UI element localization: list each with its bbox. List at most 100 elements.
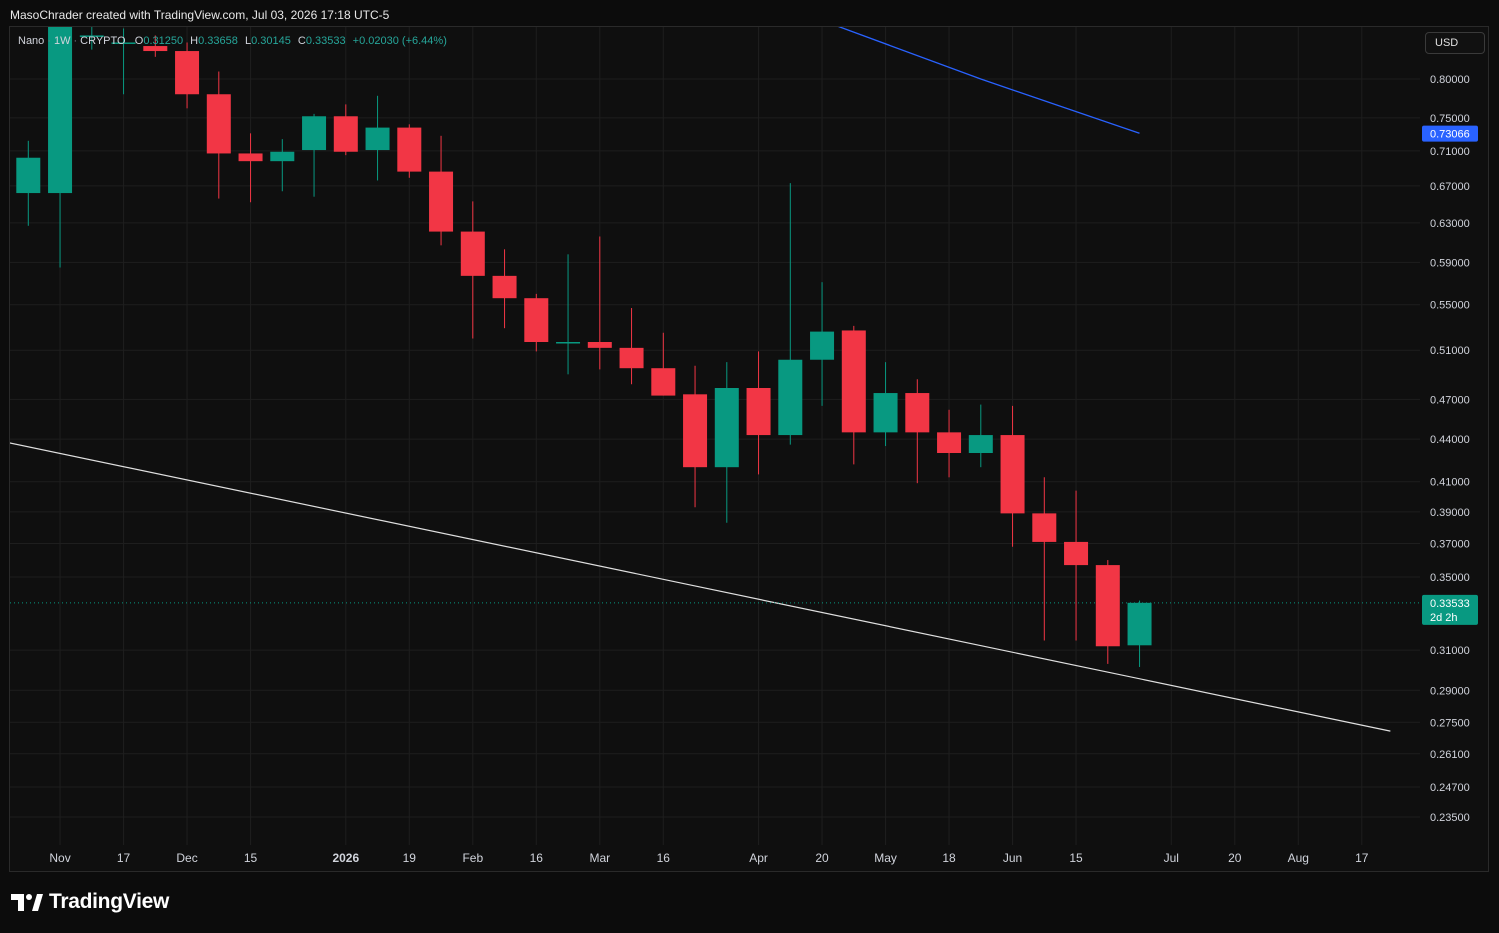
price-tick-label: 0.71000 — [1430, 146, 1470, 158]
price-tick-label: 0.24700 — [1430, 782, 1470, 794]
price-tick-label: 0.55000 — [1430, 300, 1470, 312]
ma-price-label: 0.73066 — [1430, 129, 1470, 141]
time-tick-label: 17 — [1355, 851, 1369, 865]
candle-body — [1000, 435, 1025, 514]
time-axis: Nov 17 Dec 15 2026 19 Feb 16 Mar 16 Apr 20 May 18 Jun 1… — [49, 851, 1368, 865]
candle — [333, 104, 358, 156]
legend-high-value: 0.33658 — [198, 35, 238, 47]
price-tick-label: 0.44000 — [1430, 434, 1470, 446]
candle — [841, 325, 866, 465]
candle-body — [905, 393, 930, 433]
tradingview-wordmark: TradingView — [49, 890, 170, 913]
time-tick-label: 15 — [244, 851, 258, 865]
candle — [460, 201, 485, 339]
candle-body — [492, 275, 517, 299]
time-tick-label: 20 — [1228, 851, 1242, 865]
time-tick-label: Jun — [1003, 851, 1022, 865]
candle-body — [238, 153, 263, 162]
candle — [1095, 560, 1120, 664]
price-tick-label: 0.31000 — [1430, 645, 1470, 657]
currency-button[interactable]: USD — [1425, 32, 1485, 54]
price-tick-label: 0.59000 — [1430, 257, 1470, 269]
candle-body — [556, 342, 581, 344]
candle — [714, 362, 739, 523]
candle — [492, 249, 517, 329]
price-axis: 0.80000 0.75000 0.71000 0.67000 0.63000 0.590… — [1422, 74, 1478, 824]
symbol-legend: Nano · 1W · CRYPTO O0.31250 H0.33658 L0.3014… — [18, 35, 447, 47]
candle — [270, 139, 295, 192]
candle-body — [16, 157, 41, 194]
candle-body — [397, 127, 422, 172]
candle — [1000, 405, 1025, 547]
candle — [206, 71, 231, 199]
candle — [1064, 490, 1089, 641]
tradingview-branding[interactable]: TradingView — [11, 890, 169, 914]
candle — [238, 133, 263, 203]
candle — [778, 183, 803, 445]
candle-body — [1032, 513, 1057, 542]
moving-average-orange — [1013, 0, 1140, 8]
candle-body — [1127, 602, 1152, 646]
candle-body — [365, 127, 390, 151]
candle — [968, 404, 993, 468]
current-price-label: 0.33533 — [1430, 598, 1470, 610]
tradingview-logo-icon — [11, 894, 43, 911]
time-tick-label: Dec — [176, 851, 197, 865]
legend-high-label: H — [190, 35, 199, 47]
price-tick-label: 0.63000 — [1430, 218, 1470, 230]
candle-body — [937, 432, 962, 454]
candle-body — [619, 347, 644, 369]
time-tick-label: 15 — [1069, 851, 1083, 865]
price-tick-label: 0.27500 — [1430, 717, 1470, 729]
candle-body — [873, 393, 898, 433]
candle-body — [175, 51, 200, 95]
candle-body — [841, 330, 866, 433]
price-tick-label: 0.39000 — [1430, 507, 1470, 519]
time-tick-label: Mar — [589, 851, 610, 865]
candle-body — [778, 359, 803, 436]
time-tick-label: Nov — [49, 851, 70, 865]
time-tick-label: 2026 — [332, 851, 359, 865]
candle-body — [683, 394, 708, 468]
time-tick-label: 18 — [942, 851, 956, 865]
time-tick-label: Feb — [462, 851, 483, 865]
time-tick-label: 17 — [117, 851, 131, 865]
price-tick-label: 0.41000 — [1430, 477, 1470, 489]
candle-body — [429, 171, 454, 232]
price-tick-label: 0.47000 — [1430, 394, 1470, 406]
candle — [651, 332, 676, 396]
candle — [429, 135, 454, 246]
legend-close-label: C — [297, 35, 306, 47]
time-tick-label: Aug — [1288, 851, 1309, 865]
price-tick-label: 0.37000 — [1430, 539, 1470, 551]
candle — [746, 351, 771, 475]
price-tick-label: 0.29000 — [1430, 685, 1470, 697]
candle — [556, 254, 581, 375]
price-tick-label: 0.80000 — [1430, 74, 1470, 86]
time-tick-label: Apr — [749, 851, 768, 865]
price-tick-label: 0.75000 — [1430, 113, 1470, 125]
candle — [619, 308, 644, 385]
price-tick-label: 0.26100 — [1430, 749, 1470, 761]
candle — [365, 95, 390, 181]
candle — [587, 236, 612, 370]
candle-body — [270, 151, 295, 162]
candle-body — [1064, 541, 1089, 566]
time-tick-label: 19 — [403, 851, 417, 865]
price-tick-label: 0.67000 — [1430, 181, 1470, 193]
candlestick-chart[interactable]: 0.80000 0.75000 0.71000 0.67000 0.63000 0.590… — [0, 0, 1499, 933]
legend-low-value: 0.30145 — [251, 35, 291, 47]
time-tick-label: 20 — [815, 851, 829, 865]
legend-symbol[interactable]: Nano — [18, 35, 44, 47]
legend-interval[interactable]: 1W — [54, 35, 71, 47]
candle — [524, 293, 549, 352]
candle-body — [714, 387, 739, 468]
candle-body — [333, 116, 358, 152]
candle — [810, 282, 835, 406]
candle-body — [968, 435, 993, 454]
candle — [1032, 477, 1057, 641]
candle-body — [524, 298, 549, 343]
candle-body — [206, 94, 231, 154]
candle — [683, 365, 708, 508]
candle-body — [302, 116, 327, 151]
